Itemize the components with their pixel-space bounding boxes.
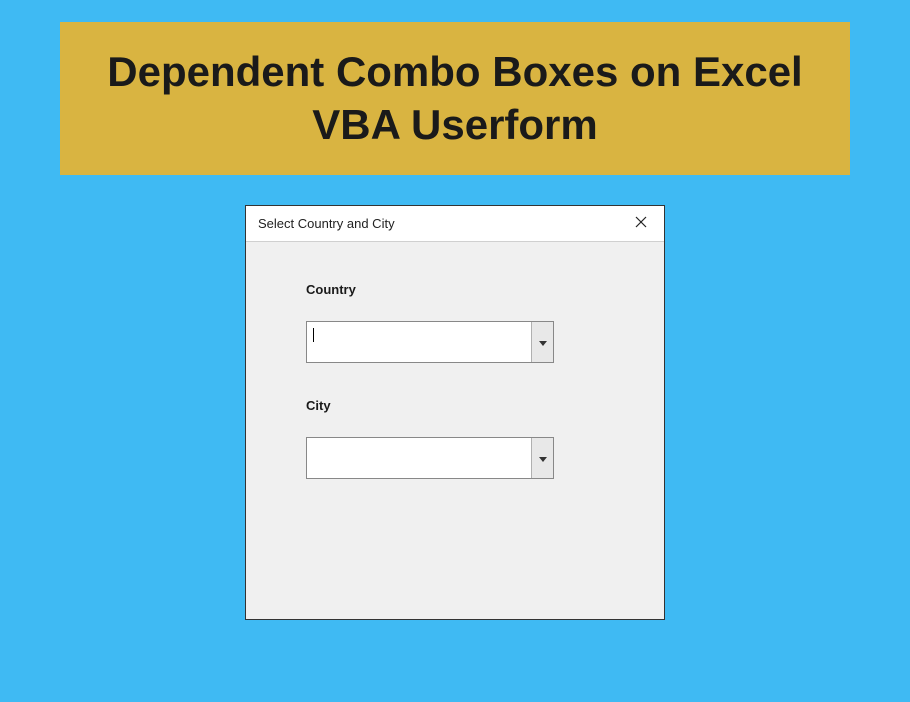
city-group: City (306, 398, 604, 479)
banner-title: Dependent Combo Boxes on Excel VBA Userf… (90, 46, 820, 151)
city-input[interactable] (307, 438, 531, 478)
title-banner: Dependent Combo Boxes on Excel VBA Userf… (60, 22, 850, 175)
text-cursor (313, 328, 314, 342)
country-group: Country (306, 282, 604, 363)
country-dropdown-button[interactable] (531, 322, 553, 362)
window-title: Select Country and City (258, 216, 395, 231)
chevron-down-icon (539, 333, 547, 351)
city-label: City (306, 398, 604, 413)
close-icon (635, 215, 647, 233)
titlebar: Select Country and City (246, 206, 664, 242)
close-button[interactable] (628, 211, 654, 237)
userform-window: Select Country and City Country (245, 205, 665, 620)
form-body: Country City (246, 242, 664, 544)
city-combobox[interactable] (306, 437, 554, 479)
country-input[interactable] (307, 322, 531, 362)
city-dropdown-button[interactable] (531, 438, 553, 478)
country-combobox[interactable] (306, 321, 554, 363)
country-label: Country (306, 282, 604, 297)
chevron-down-icon (539, 449, 547, 467)
